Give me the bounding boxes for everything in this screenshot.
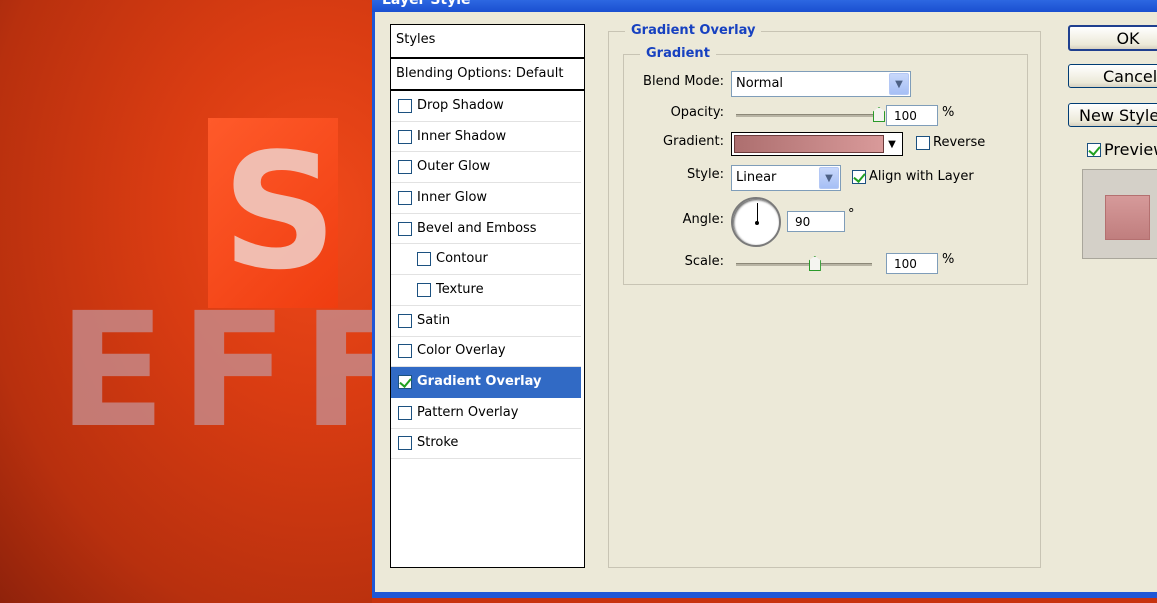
style-item-outer-glow[interactable]: Outer Glow [391, 152, 581, 184]
style-item-satin[interactable]: Satin [391, 306, 581, 337]
style-item-label: Inner Shadow [417, 128, 507, 144]
blend-mode-value: Normal [736, 76, 784, 91]
style-item-drop-shadow[interactable]: Drop Shadow [391, 91, 581, 122]
new-style-button[interactable]: New Style [1068, 103, 1157, 127]
style-item-checkbox[interactable] [398, 98, 412, 113]
style-item-color-overlay[interactable]: Color Overlay [391, 337, 581, 368]
reverse-checkbox[interactable]: Reverse [916, 135, 985, 150]
style-item-checkbox[interactable] [417, 252, 431, 267]
ok-button[interactable]: OK [1068, 25, 1157, 51]
angle-unit: ° [848, 207, 855, 222]
style-item-label: Contour [436, 251, 488, 267]
style-item-label: Bevel and Emboss [417, 220, 537, 236]
style-item-label: Gradient Overlay [417, 374, 542, 390]
gradient-picker[interactable]: ▼ [731, 132, 903, 156]
style-item-checkbox[interactable] [398, 405, 412, 420]
preview-checkbox-box[interactable] [1087, 142, 1101, 157]
style-item-checkbox[interactable] [398, 190, 412, 205]
blend-mode-label: Blend Mode: [643, 74, 724, 89]
reverse-checkbox-box[interactable] [916, 135, 930, 150]
style-item-label: Color Overlay [417, 343, 506, 359]
chevron-down-icon[interactable]: ▼ [884, 135, 900, 153]
style-item-label: Drop Shadow [417, 97, 504, 113]
style-item-label: Pattern Overlay [417, 404, 519, 420]
style-select[interactable]: Linear ▼ [731, 165, 841, 191]
style-item-pattern-overlay[interactable]: Pattern Overlay [391, 398, 581, 429]
preview-checkbox[interactable]: Preview [1087, 140, 1157, 159]
style-item-label: Texture [436, 281, 484, 297]
style-item-checkbox[interactable] [398, 344, 412, 359]
angle-input[interactable]: 90 [787, 211, 845, 232]
style-value: Linear [736, 170, 777, 185]
style-item-label: Inner Glow [417, 189, 488, 205]
reverse-label: Reverse [933, 135, 986, 150]
style-item-label: Stroke [417, 435, 459, 451]
style-preview-swatch [1105, 195, 1150, 240]
style-item-stroke[interactable]: Stroke [391, 429, 581, 460]
opacity-unit: % [942, 105, 955, 120]
style-item-label: Outer Glow [417, 159, 491, 175]
scale-label: Scale: [684, 254, 724, 269]
gradient-overlay-group: Gradient Overlay Gradient Blend Mode: No… [608, 22, 1041, 568]
blend-mode-select[interactable]: Normal ▼ [731, 71, 911, 97]
opacity-input[interactable]: 100 [886, 105, 938, 126]
preview-label: Preview [1104, 140, 1157, 159]
document-canvas[interactable]: S EFF [0, 0, 372, 603]
angle-pivot [755, 221, 759, 225]
align-with-layer-label: Align with Layer [869, 169, 974, 184]
style-item-checkbox[interactable] [398, 375, 412, 390]
style-item-texture[interactable]: Texture [391, 275, 581, 306]
canvas-letter: S [222, 118, 340, 305]
style-item-checkbox[interactable] [398, 313, 412, 328]
style-item-gradient-overlay[interactable]: Gradient Overlay [391, 367, 581, 398]
angle-needle [757, 203, 758, 223]
angle-label: Angle: [682, 212, 724, 227]
styles-header[interactable]: Styles [391, 25, 584, 59]
gradient-overlay-title: Gradient Overlay [625, 22, 762, 40]
opacity-label: Opacity: [670, 105, 724, 120]
align-checkbox-box[interactable] [852, 169, 866, 184]
align-with-layer-checkbox[interactable]: Align with Layer [852, 169, 974, 184]
chevron-down-icon[interactable]: ▼ [889, 73, 909, 95]
opacity-slider-handle[interactable] [873, 107, 885, 122]
style-label: Style: [686, 167, 724, 182]
dialog-title[interactable]: Layer Style [372, 0, 1157, 12]
style-item-checkbox[interactable] [398, 160, 412, 175]
scale-input[interactable]: 100 [886, 253, 938, 274]
scale-unit: % [942, 252, 955, 267]
gradient-label: Gradient: [663, 134, 724, 149]
style-item-checkbox[interactable] [398, 129, 412, 144]
chevron-down-icon[interactable]: ▼ [819, 167, 839, 189]
gradient-subgroup: Gradient Blend Mode: Normal ▼ Opacity: 1… [623, 45, 1028, 285]
dialog-body: Styles Blending Options: Default Drop Sh… [375, 12, 1157, 592]
blending-options-item[interactable]: Blending Options: Default [391, 59, 584, 91]
styles-list: Styles Blending Options: Default Drop Sh… [390, 24, 585, 568]
opacity-slider-track[interactable] [736, 114, 880, 117]
layer-style-dialog: Layer Style Styles Blending Options: Def… [372, 0, 1157, 598]
style-item-contour[interactable]: Contour [391, 244, 581, 276]
style-item-checkbox[interactable] [417, 282, 431, 297]
style-item-inner-shadow[interactable]: Inner Shadow [391, 122, 581, 153]
style-item-bevel-and-emboss[interactable]: Bevel and Emboss [391, 214, 581, 245]
gradient-preview[interactable] [734, 135, 884, 153]
style-item-checkbox[interactable] [398, 221, 412, 236]
style-item-inner-glow[interactable]: Inner Glow [391, 183, 581, 214]
gradient-subgroup-title: Gradient [640, 45, 716, 63]
cancel-button[interactable]: Cancel [1068, 64, 1157, 88]
canvas-effects-text: EFF [58, 279, 372, 463]
style-preview-box [1082, 169, 1157, 259]
style-item-checkbox[interactable] [398, 436, 412, 451]
scale-slider-track[interactable] [736, 263, 872, 266]
style-item-label: Satin [417, 312, 451, 328]
angle-dial[interactable] [731, 197, 781, 247]
scale-slider-handle[interactable] [808, 256, 821, 271]
